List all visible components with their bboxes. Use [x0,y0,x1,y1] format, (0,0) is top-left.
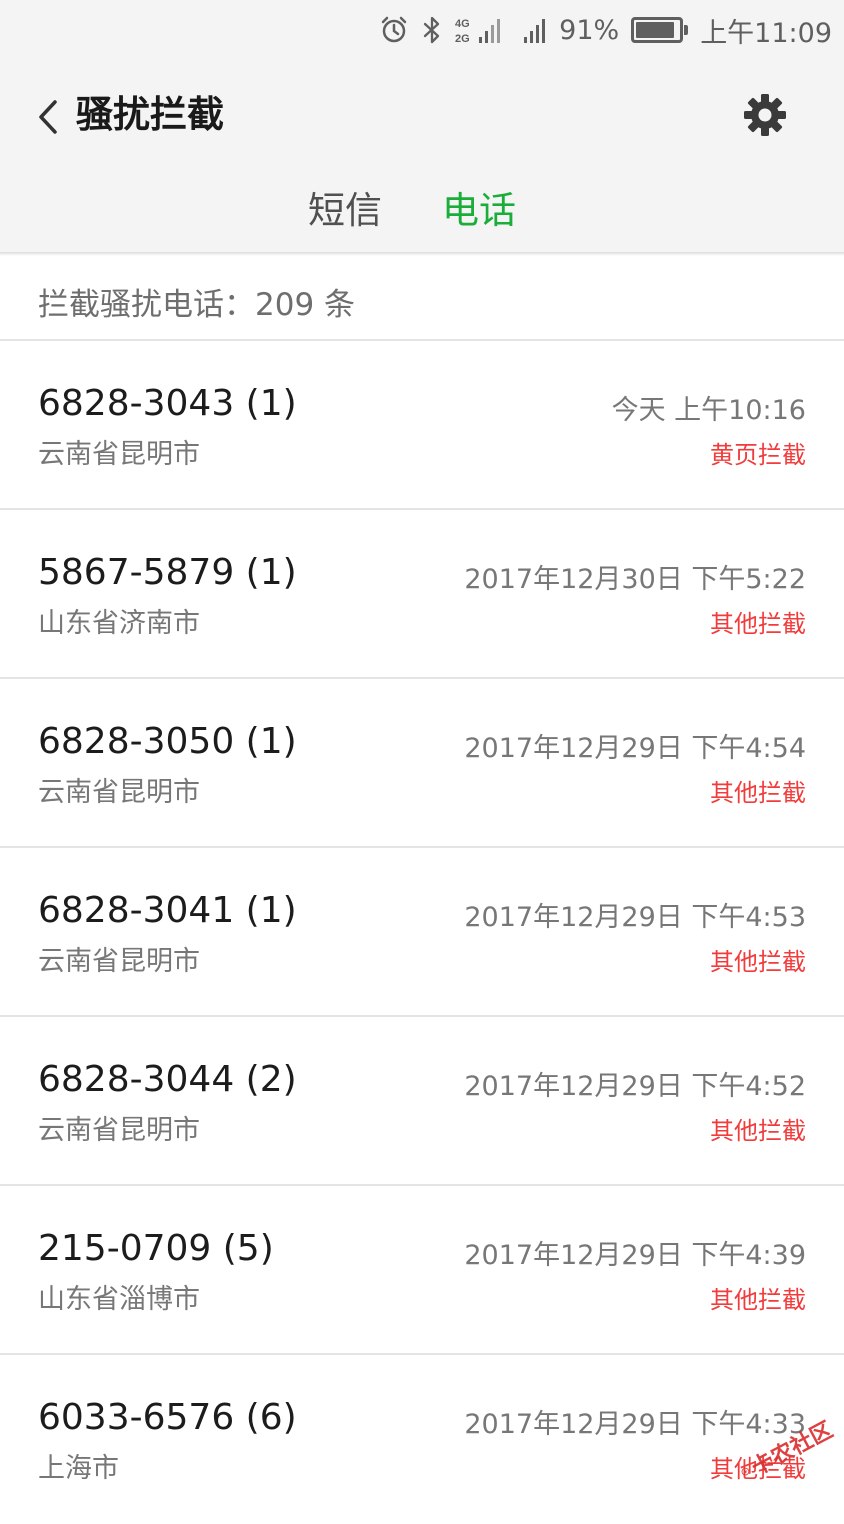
call-time: 今天 上午10:16 [611,395,806,426]
block-reason-tag: 其他拦截 [710,1286,806,1314]
call-location: 上海市 [38,1453,119,1484]
signal-icon [523,15,547,45]
call-row[interactable]: 6828-3041 (1) 云南省昆明市 2017年12月29日 下午4:53 … [0,848,844,1017]
bluetooth-icon [421,15,443,45]
block-reason-tag: 黄页拦截 [710,441,806,469]
call-number: 6828-3043 (1) [38,383,297,424]
blocked-call-list: 6828-3043 (1) 云南省昆明市 今天 上午10:16 黄页拦截 586… [0,341,844,1524]
call-location: 云南省昆明市 [38,946,200,977]
header-shadow [0,252,844,256]
call-location: 山东省济南市 [38,608,200,639]
call-location: 云南省昆明市 [38,439,200,470]
page-title: 骚扰拦截 [76,93,224,136]
call-number: 6828-3041 (1) [38,890,297,931]
status-icons: 4G 2G 91% 上午11:09 [379,10,832,50]
alarm-icon [379,15,409,45]
network-top-label: 4G [455,18,470,30]
network-type-icon: 4G 2G [455,15,511,45]
battery-icon [631,17,689,43]
call-row[interactable]: 6828-3050 (1) 云南省昆明市 2017年12月29日 下午4:54 … [0,679,844,848]
tab-bar: 短信 电话 [0,170,844,252]
call-time: 2017年12月29日 下午4:54 [464,733,806,764]
status-bar: 4G 2G 91% 上午11:09 [0,0,844,62]
call-number: 6033-6576 (6) [38,1397,297,1438]
gear-icon [744,94,786,136]
block-reason-tag: 其他拦截 [710,610,806,638]
settings-button[interactable] [740,90,790,140]
block-reason-tag: 其他拦截 [710,1117,806,1145]
call-time: 2017年12月29日 下午4:53 [464,902,806,933]
network-bottom-label: 2G [455,33,470,45]
blocked-calls-summary: 拦截骚扰电话：209 条 [38,287,356,323]
call-row[interactable]: 215-0709 (5) 山东省淄博市 2017年12月29日 下午4:39 其… [0,1186,844,1355]
top-bar: 4G 2G 91% 上午11:09 骚扰拦截 短信 电话 [0,0,844,252]
call-time: 2017年12月30日 下午5:22 [464,564,806,595]
call-location: 云南省昆明市 [38,1115,200,1146]
status-time: 上午11:09 [700,17,832,49]
chevron-left-icon [39,100,57,134]
call-number: 215-0709 (5) [38,1228,274,1269]
back-button[interactable] [28,92,68,142]
call-location: 云南省昆明市 [38,777,200,808]
block-reason-tag: 其他拦截 [710,948,806,976]
call-location: 山东省淄博市 [38,1284,200,1315]
call-time: 2017年12月29日 下午4:39 [464,1240,806,1271]
call-row[interactable]: 5867-5879 (1) 山东省济南市 2017年12月30日 下午5:22 … [0,510,844,679]
tab-sms[interactable]: 短信 [308,186,382,236]
battery-percent: 91% [559,14,620,46]
tab-phone[interactable]: 电话 [442,186,516,236]
call-row[interactable]: 6828-3044 (2) 云南省昆明市 2017年12月29日 下午4:52 … [0,1017,844,1186]
call-number: 5867-5879 (1) [38,552,297,593]
nav-bar: 骚扰拦截 [0,62,844,170]
call-time: 2017年12月29日 下午4:52 [464,1071,806,1102]
call-number: 6828-3050 (1) [38,721,297,762]
call-row[interactable]: 6828-3043 (1) 云南省昆明市 今天 上午10:16 黄页拦截 [0,341,844,510]
call-number: 6828-3044 (2) [38,1059,297,1100]
block-reason-tag: 其他拦截 [710,779,806,807]
call-row[interactable]: 6033-6576 (6) 上海市 2017年12月29日 下午4:33 其他拦… [0,1355,844,1524]
